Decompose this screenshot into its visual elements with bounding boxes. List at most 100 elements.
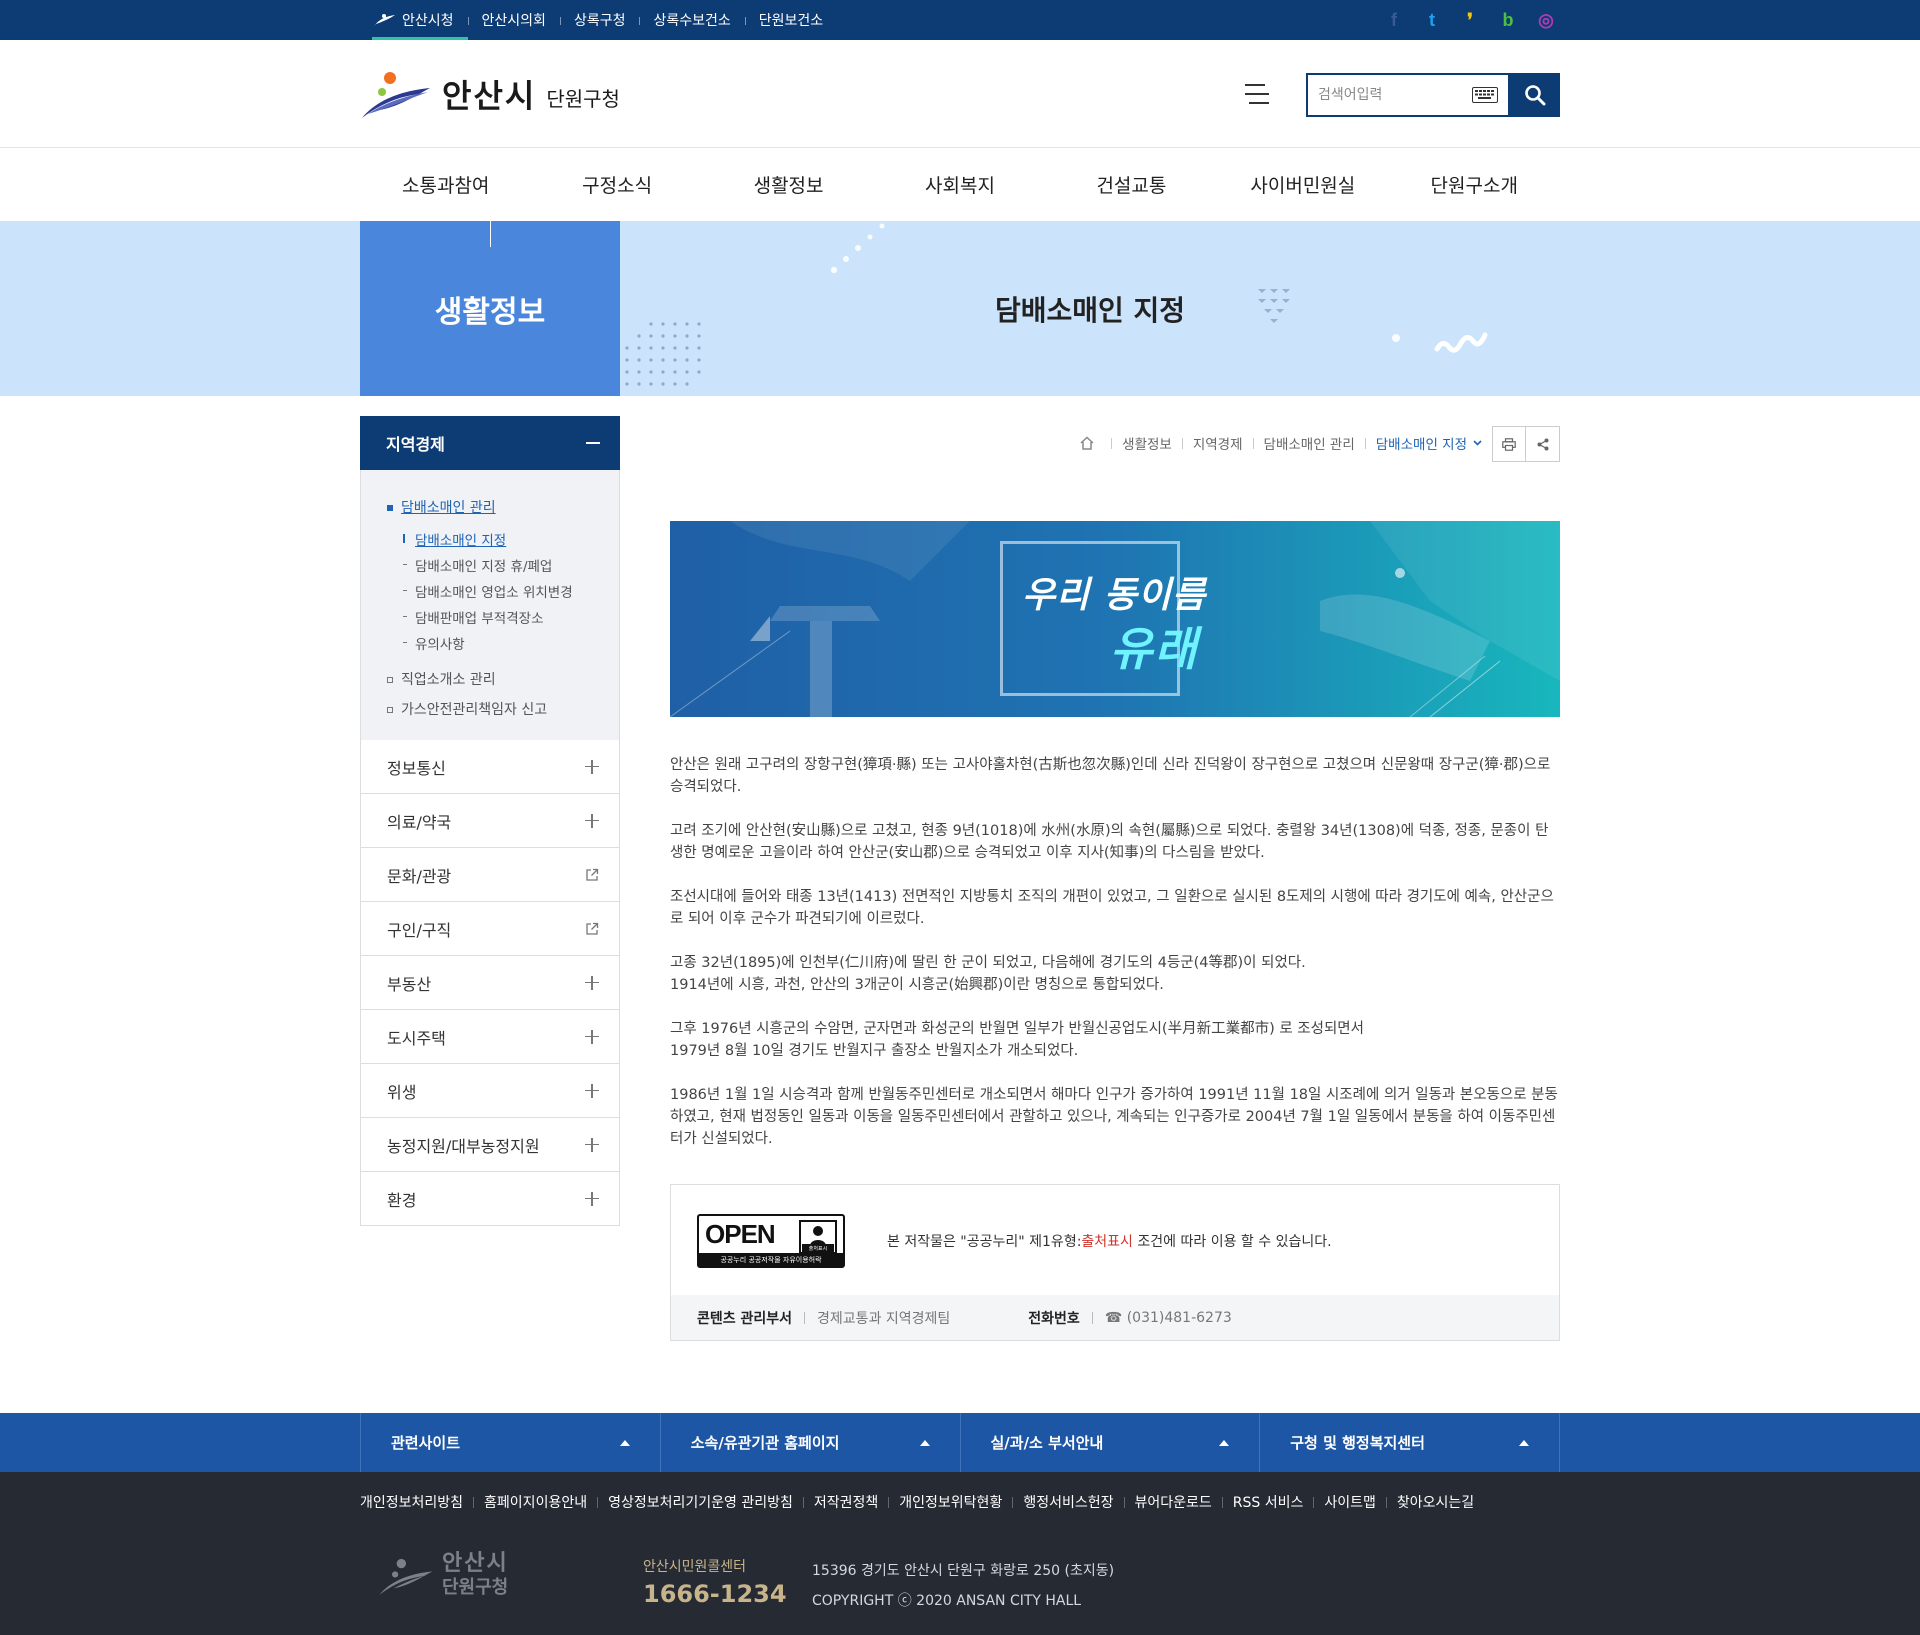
kakaostory-icon[interactable]: ❜	[1458, 8, 1482, 32]
lnb-depth4-item[interactable]: 담배소매인 영업소 위치변경	[361, 578, 619, 604]
content-paragraph: 안산은 원래 고구려의 장항구현(獐項·縣) 또는 고사야홀차현(古斯也忽次縣)…	[670, 757, 1551, 795]
side-navigation: 지역경제 담배소매인 관리 담배소매인 지정 담배소매인 지정 휴/폐업 담배소매인 …	[360, 416, 620, 1226]
share-icon	[1537, 438, 1548, 450]
chevron-down-icon	[1473, 440, 1482, 446]
caret-up-icon	[619, 1439, 630, 1446]
breadcrumb-item[interactable]: 담배소매인 관리	[1264, 433, 1355, 453]
caret-up-icon	[1219, 1439, 1230, 1446]
lnb-item-label: 의료/약국	[387, 812, 452, 832]
share-button[interactable]	[1526, 426, 1560, 462]
lnb-depth3-item[interactable]: 가스안전관리책임자 신고	[361, 694, 619, 724]
home-icon[interactable]	[1079, 436, 1095, 450]
footer-link[interactable]: 행정서비스헌장	[1002, 1492, 1113, 1512]
footer-link[interactable]: 사이트맵	[1303, 1492, 1376, 1512]
band-icon[interactable]: b	[1496, 8, 1520, 32]
call-center: 안산시민원콜센터 1666-1234	[643, 1559, 787, 1608]
footer-link[interactable]: 개인정보위탁현황	[878, 1492, 1002, 1512]
footer-link[interactable]: 개인정보처리방침	[360, 1492, 463, 1512]
lnb-item-label: 정보통신	[387, 758, 446, 778]
lnb-item[interactable]: 구인/구직	[360, 902, 620, 956]
main-navigation: 소통과참여 구정소식 생활정보 사회복지 건설교통 사이버민원실 단원구소개	[360, 148, 1560, 221]
gnb-item[interactable]: 단원구소개	[1389, 148, 1560, 221]
lnb-item-label: 구인/구직	[387, 920, 452, 940]
lnb-depth4-item[interactable]: 담배판매업 부적격장소	[361, 604, 619, 630]
lnb-depth3-item[interactable]: 직업소개소 관리	[361, 664, 619, 694]
banner-title-line2: 유래	[1110, 622, 1199, 676]
gnb-item[interactable]: 사이버민원실	[1217, 148, 1388, 221]
footer-link[interactable]: 찾아오시는길	[1376, 1492, 1474, 1512]
site-logo[interactable]: 안산시 단원구청	[360, 66, 620, 122]
family-site-link[interactable]: 안산시청	[372, 0, 468, 40]
lnb-depth4-list: 담배소매인 지정 담배소매인 지정 휴/폐업 담배소매인 영업소 위치변경 담배판매업…	[361, 522, 619, 664]
gnb-item[interactable]: 사회복지	[874, 148, 1045, 221]
plus-icon	[585, 813, 599, 828]
lnb-depth4-item[interactable]: 담배소매인 지정 휴/폐업	[361, 552, 619, 578]
menu-icon[interactable]	[1245, 84, 1269, 104]
gnb-item[interactable]: 구정소식	[531, 148, 702, 221]
lnb-head-label: 지역경제	[386, 435, 445, 454]
lnb-depth3-item[interactable]: 담배소매인 관리	[361, 492, 619, 522]
instagram-icon[interactable]: ◎	[1534, 8, 1558, 32]
family-site-link[interactable]: 단원보건소	[744, 0, 837, 40]
plus-icon	[585, 759, 599, 774]
lnb-item[interactable]: 의료/약국	[360, 794, 620, 848]
call-center-number: 1666-1234	[643, 1580, 787, 1608]
ansan-logo-icon	[362, 72, 430, 118]
virtual-keyboard-icon[interactable]	[1472, 87, 1498, 103]
plus-icon	[585, 1083, 599, 1098]
footer-site-dropdown[interactable]: 실/과/소 부서안내	[959, 1413, 1260, 1472]
gnb-item[interactable]: 생활정보	[703, 148, 874, 221]
footer-link[interactable]: 저작권정책	[793, 1492, 878, 1512]
lnb-head-toggle[interactable]: 지역경제	[360, 416, 620, 470]
lnb-depth4-item[interactable]: 유의사항	[361, 630, 619, 656]
footer-link[interactable]: 영상정보처리기기운영 관리방침	[587, 1492, 793, 1512]
family-site-links: 안산시청 안산시의회 상록구청 상록수보건소 단원보건소	[372, 0, 837, 40]
footer-site-dropdown[interactable]: 관련사이트	[360, 1413, 660, 1472]
footer-site-dropdown[interactable]: 소속/유관기관 홈페이지	[659, 1413, 960, 1472]
kogl-open-badge: OPEN 출처표시 공공누리 공공저작물 자유이용허락	[697, 1214, 845, 1268]
print-button[interactable]	[1492, 426, 1526, 462]
search-form	[1306, 73, 1560, 117]
breadcrumb-item[interactable]: 생활정보	[1122, 433, 1172, 453]
footer-link[interactable]: 홈페이지이용안내	[463, 1492, 587, 1512]
lnb-item[interactable]: 도시주택	[360, 1010, 620, 1064]
lnb-item[interactable]: 농정지원/대부농정지원	[360, 1118, 620, 1172]
external-link-icon	[586, 922, 599, 935]
family-site-link[interactable]: 안산시의회	[467, 0, 560, 40]
twitter-icon[interactable]: t	[1420, 8, 1444, 32]
lnb-item[interactable]: 위생	[360, 1064, 620, 1118]
lnb-depth4-item[interactable]: 담배소매인 지정	[361, 526, 619, 552]
lnb-item-label: 위생	[387, 1082, 417, 1102]
plus-icon	[585, 1137, 599, 1152]
lnb-item[interactable]: 문화/관광	[360, 848, 620, 902]
breadcrumb: 생활정보 지역경제 담배소매인 관리 담배소매인 지정	[1079, 428, 1482, 458]
lnb-submenu: 담배소매인 관리 담배소매인 지정 담배소매인 지정 휴/폐업 담배소매인 영업소 위…	[360, 470, 620, 740]
lnb-item-label: 도시주택	[387, 1028, 446, 1048]
search-button[interactable]	[1510, 73, 1560, 117]
footer-site-dropdown[interactable]: 구청 및 행정복지센터	[1259, 1413, 1560, 1472]
ansan-logo-icon	[379, 1558, 433, 1595]
facebook-icon[interactable]: f	[1382, 8, 1406, 32]
content-banner: 우리 동이름 유래	[670, 521, 1560, 717]
breadcrumb-item[interactable]: 지역경제	[1193, 433, 1243, 453]
family-site-link[interactable]: 상록수보건소	[639, 0, 744, 40]
person-icon: 출처표시	[799, 1220, 837, 1254]
lnb-item[interactable]: 부동산	[360, 956, 620, 1010]
lnb-item-label: 부동산	[387, 974, 432, 994]
top-bar: 안산시청 안산시의회 상록구청 상록수보건소 단원보건소 f t ❜ b ◎	[0, 0, 1920, 40]
print-icon	[1502, 437, 1516, 451]
search-input[interactable]	[1318, 87, 1458, 103]
family-site-link[interactable]: 상록구청	[559, 0, 640, 40]
sub-visual: 생활정보 담배소매인 지정	[0, 221, 1920, 396]
footer-address: 15396 경기도 안산시 단원구 화랑로 250 (초지동) COPYRIGH…	[812, 1563, 1115, 1609]
gnb-item[interactable]: 건설교통	[1046, 148, 1217, 221]
lnb-item[interactable]: 정보통신	[360, 740, 620, 794]
footer-link[interactable]: 뷰어다운로드	[1114, 1492, 1212, 1512]
footer-links: 개인정보처리방침 홈페이지이용안내 영상정보처리기기운영 관리방침 저작권정책 개인정보…	[360, 1492, 1474, 1512]
gnb-item[interactable]: 소통과참여	[360, 148, 531, 221]
lnb-item[interactable]: 환경	[360, 1172, 620, 1226]
footer-link[interactable]: RSS 서비스	[1212, 1492, 1304, 1512]
breadcrumb-current[interactable]: 담배소매인 지정	[1376, 433, 1482, 453]
lnb-item-label: 환경	[387, 1190, 417, 1210]
page-title: 담배소매인 지정	[994, 293, 1186, 327]
